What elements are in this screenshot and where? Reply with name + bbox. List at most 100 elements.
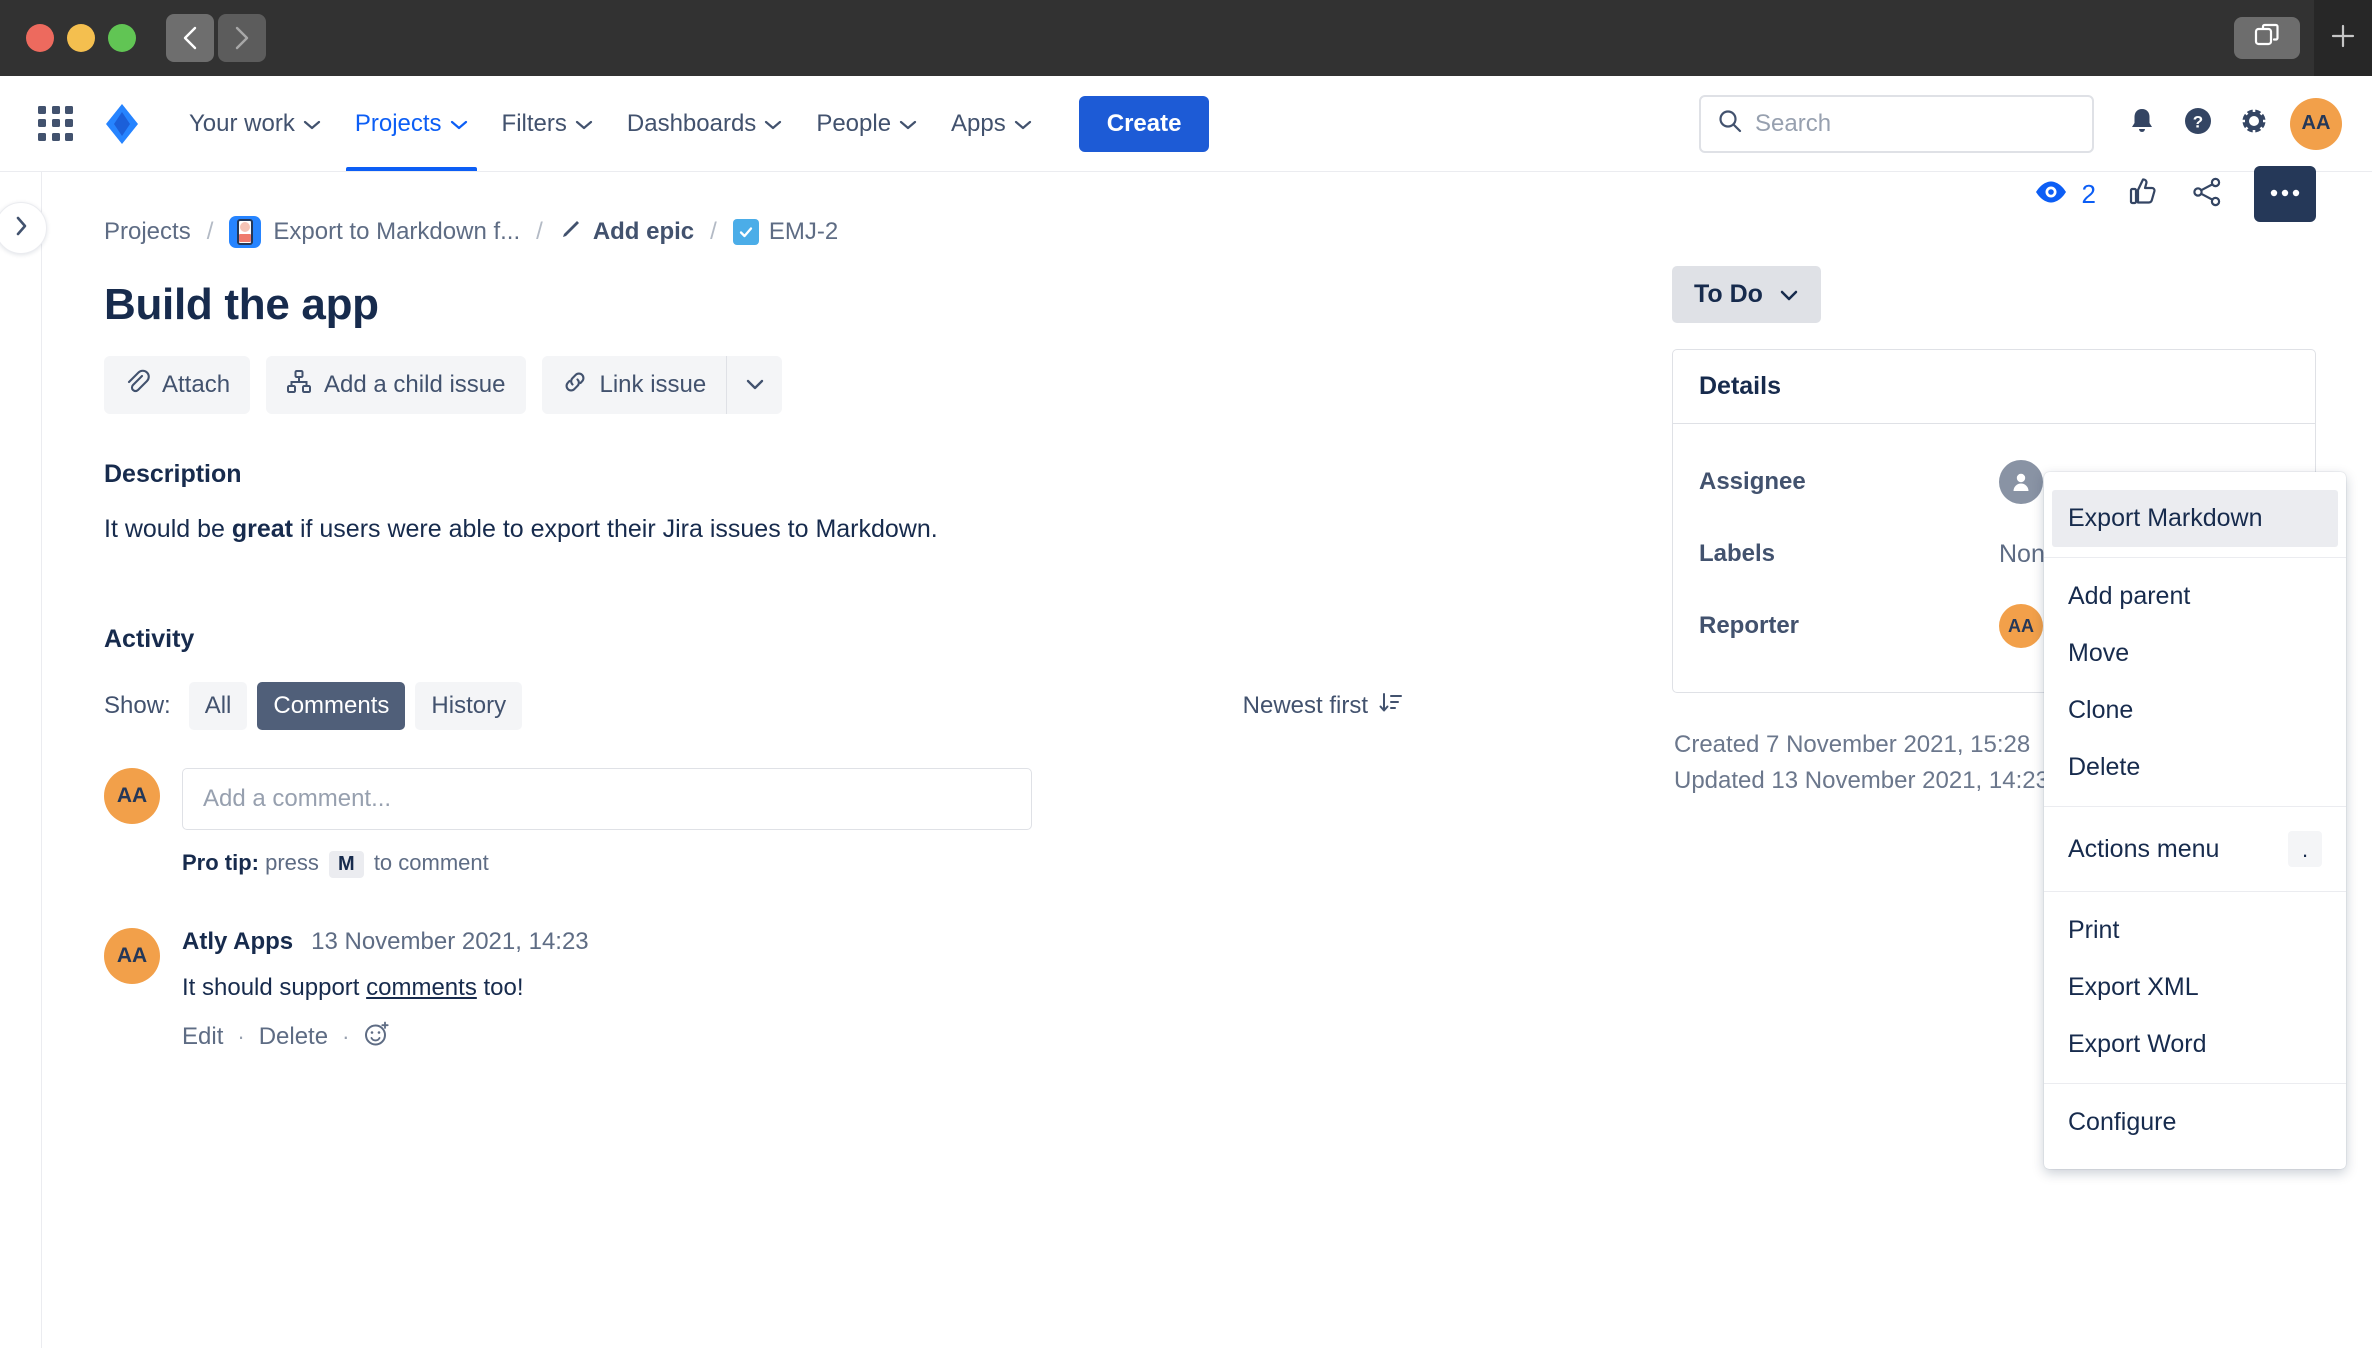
detail-label: Labels (1699, 540, 1776, 567)
menu-item-print[interactable]: Print (2044, 902, 2346, 959)
link-issue-more-button[interactable] (726, 356, 783, 414)
link-issue-button[interactable]: Link issue (541, 356, 727, 414)
comment-text-link[interactable]: comments (366, 974, 477, 1001)
search-box[interactable] (1699, 94, 2094, 153)
menu-item-move[interactable]: Move (2044, 625, 2346, 682)
search-input[interactable] (1755, 109, 2076, 138)
nav-item-people[interactable]: People (799, 76, 934, 171)
nav-item-apps[interactable]: Apps (934, 76, 1049, 171)
add-comment-input[interactable]: Add a comment... (182, 768, 1032, 831)
menu-divider (2044, 806, 2346, 807)
comment-timestamp[interactable]: 13 November 2021, 14:23 (311, 928, 589, 956)
link-issue-label: Link issue (599, 371, 707, 398)
back-button[interactable] (166, 14, 214, 62)
watch-control[interactable]: 2 (2034, 175, 2096, 214)
show-label: Show: (104, 692, 171, 720)
menu-divider (2044, 891, 2346, 892)
maximize-window-button[interactable] (108, 24, 136, 52)
dropdown-group-configure: Configure (2044, 1086, 2346, 1159)
comment-text-before: It should support (182, 974, 367, 1002)
activity-sort-label: Newest first (1242, 692, 1368, 720)
breadcrumb-project[interactable]: Export to Markdown f... (273, 218, 520, 246)
nav-right-actions: ? AA (1699, 76, 2342, 171)
breadcrumb: Projects / Export to Markdown f... / Add… (104, 214, 1672, 250)
description-text-before: It would be (104, 515, 232, 543)
expand-sidebar-button[interactable] (0, 202, 47, 254)
browser-navigation (166, 14, 266, 62)
paperclip-icon (124, 369, 150, 402)
watch-count: 2 (2081, 178, 2096, 209)
add-child-issue-button[interactable]: Add a child issue (266, 356, 526, 414)
menu-item-label: Clone (2068, 696, 2134, 724)
nav-item-your-work[interactable]: Your work (172, 76, 338, 171)
menu-item-export-xml[interactable]: Export XML (2044, 959, 2346, 1016)
task-checkbox-icon (732, 219, 759, 245)
more-actions-button[interactable] (2254, 166, 2316, 222)
activity-filter-all[interactable]: All (188, 682, 248, 731)
comment-action-separator: · (342, 1023, 350, 1049)
project-avatar-icon (229, 216, 262, 248)
breadcrumb-separator: / (710, 218, 717, 245)
chevron-left-icon (179, 25, 201, 51)
menu-item-export-markdown[interactable]: Export Markdown (2052, 490, 2338, 547)
nav-item-dashboards[interactable]: Dashboards (610, 76, 799, 171)
activity-filter-comments[interactable]: Comments (257, 682, 406, 731)
menu-item-actions-menu[interactable]: Actions menu . (2044, 817, 2346, 881)
nav-label: People (816, 109, 892, 137)
child-issue-icon (286, 369, 312, 402)
dropdown-group-issue-ops: Add parent Move Clone Delete (2044, 560, 2346, 804)
add-comment-row: AA Add a comment... (104, 768, 1672, 831)
notifications-button[interactable] (2114, 96, 2170, 152)
profile-avatar[interactable]: AA (2290, 97, 2342, 150)
menu-item-label: Delete (2068, 753, 2141, 781)
comment-delete-button[interactable]: Delete (259, 1023, 328, 1051)
pro-tip-before: press (259, 850, 326, 876)
help-circle-icon: ? (2182, 105, 2214, 142)
create-button[interactable]: Create (1078, 95, 1210, 152)
description-heading: Description (104, 460, 242, 488)
menu-item-export-word[interactable]: Export Word (2044, 1016, 2346, 1073)
person-icon (1999, 460, 2043, 504)
share-button[interactable] (2190, 175, 2224, 214)
new-tab-button[interactable] (2314, 0, 2372, 76)
nav-item-projects[interactable]: Projects (338, 76, 485, 171)
breadcrumb-projects[interactable]: Projects (104, 218, 191, 246)
search-icon (1717, 108, 1743, 139)
minimize-window-button[interactable] (67, 24, 95, 52)
page-title: Build the app (104, 280, 379, 329)
activity-filter-row: Show: All Comments History Newest first (104, 682, 1404, 731)
breadcrumb-separator: / (206, 218, 214, 245)
breadcrumb-issue-key[interactable]: EMJ-2 (732, 218, 838, 246)
tab-overview-button[interactable] (2234, 17, 2300, 59)
close-window-button[interactable] (26, 24, 54, 52)
menu-item-label: Move (2068, 639, 2130, 667)
nav-item-filters[interactable]: Filters (485, 76, 610, 171)
menu-divider (2044, 557, 2346, 558)
gear-icon (2238, 105, 2270, 142)
forward-button[interactable] (218, 14, 266, 62)
menu-item-label: Configure (2068, 1108, 2177, 1136)
chevron-down-icon (1014, 110, 1032, 138)
app-switcher-icon[interactable] (34, 102, 78, 146)
breadcrumb-add-epic[interactable]: Add epic (559, 217, 694, 248)
jira-logo-icon[interactable] (100, 101, 146, 147)
plus-icon (2330, 23, 2356, 54)
activity-filter-history[interactable]: History (415, 682, 523, 731)
sidebar-rail (0, 172, 47, 1348)
activity-sort-button[interactable]: Newest first (1243, 690, 1404, 723)
settings-button[interactable] (2226, 96, 2282, 152)
attach-button[interactable]: Attach (104, 356, 251, 414)
dropdown-group-export-formats: Print Export XML Export Word (2044, 894, 2346, 1081)
description-text-after: if users were able to export their Jira … (293, 515, 938, 543)
comment-edit-button[interactable]: Edit (182, 1023, 223, 1051)
menu-item-add-parent[interactable]: Add parent (2044, 568, 2346, 625)
add-child-issue-label: Add a child issue (324, 371, 506, 398)
help-button[interactable]: ? (2170, 96, 2226, 152)
menu-item-delete[interactable]: Delete (2044, 739, 2346, 796)
vote-button[interactable] (2126, 175, 2160, 214)
status-dropdown-button[interactable]: To Do (1672, 266, 1821, 323)
add-reaction-icon[interactable] (363, 1020, 391, 1053)
dropdown-group-export: Export Markdown (2044, 482, 2346, 555)
menu-item-clone[interactable]: Clone (2044, 682, 2346, 739)
menu-item-configure[interactable]: Configure (2044, 1094, 2346, 1151)
